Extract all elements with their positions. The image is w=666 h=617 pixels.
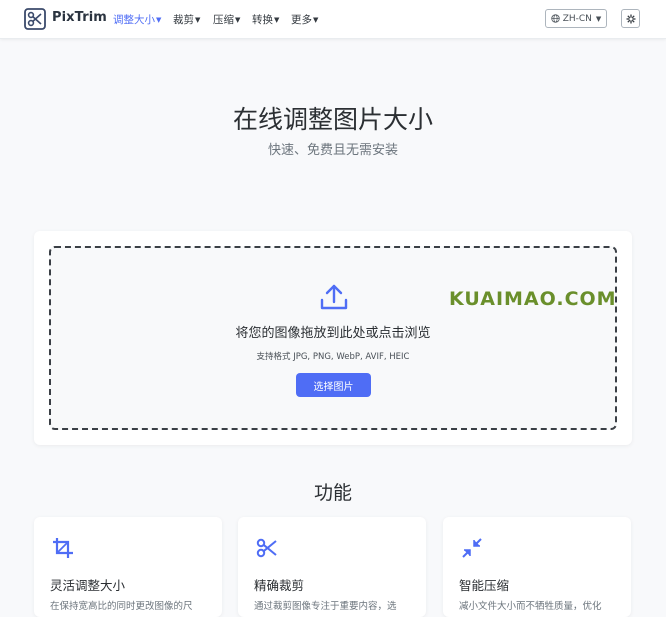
nav-item-more[interactable]: 更多▼ (291, 12, 318, 27)
app-name[interactable]: PixTrim (52, 10, 107, 25)
upload-icon (320, 284, 348, 310)
file-drop-zone[interactable]: 将您的图像拖放到此处或点击浏览 支持格式 JPG, PNG, WebP, AVI… (49, 246, 617, 430)
nav-item-label: 裁剪 (173, 14, 194, 26)
globe-icon (551, 14, 560, 23)
caret-down-icon: ▼ (195, 16, 201, 24)
theme-toggle-button[interactable] (621, 9, 640, 28)
nav-item-label: 更多 (291, 14, 312, 26)
feature-card-resize: 灵活调整大小 在保持宽高比的同时更改图像的尺 (34, 517, 222, 617)
caret-down-icon: ▼ (595, 14, 602, 23)
supported-formats: 支持格式 JPG, PNG, WebP, AVIF, HEIC (256, 352, 410, 362)
feature-title: 精确裁剪 (254, 578, 305, 593)
drop-instruction: 将您的图像拖放到此处或点击浏览 (235, 326, 431, 341)
nav-item-compress[interactable]: 压缩▼ (213, 12, 240, 27)
feature-card-compress: 智能压缩 减小文件大小而不牺牲质量，优化 (443, 517, 631, 617)
language-dropdown-button[interactable]: ZH-CN ▼ (545, 9, 607, 28)
page-subtitle: 快速、免费且无需安装 (267, 143, 398, 158)
caret-down-icon: ▼ (235, 16, 241, 24)
caret-down-icon: ▼ (156, 16, 162, 24)
nav-item-label: 转换 (252, 14, 273, 26)
features-heading: 功能 (313, 482, 352, 504)
feature-description: 减小文件大小而不牺牲质量，优化 (459, 601, 602, 612)
caret-down-icon: ▼ (313, 16, 319, 24)
select-image-button[interactable]: 选择图片 (296, 373, 371, 397)
nav-item-convert[interactable]: 转换▼ (252, 12, 279, 27)
nav-item-label: 压缩 (213, 14, 234, 26)
top-navbar: PixTrim 调整大小▼ 裁剪▼ 压缩▼ 转换▼ 更多▼ ZH-CN ▼ (0, 0, 666, 39)
language-label: ZH-CN (562, 13, 592, 24)
nav-item-resize[interactable]: 调整大小▼ (113, 12, 161, 27)
caret-down-icon: ▼ (274, 16, 280, 24)
gear-icon (626, 14, 635, 23)
nav-item-crop[interactable]: 裁剪▼ (173, 12, 200, 27)
compress-icon (462, 538, 482, 558)
feature-title: 智能压缩 (459, 578, 510, 593)
watermark-text: KUAIMAO.COM (449, 288, 617, 310)
crop-icon (53, 538, 73, 558)
upload-card: 将您的图像拖放到此处或点击浏览 支持格式 JPG, PNG, WebP, AVI… (34, 231, 632, 445)
pixtrim-logo-icon[interactable] (24, 8, 46, 30)
feature-description: 在保持宽高比的同时更改图像的尺 (50, 601, 193, 612)
scissors-icon (256, 538, 277, 558)
feature-description: 通过裁剪图像专注于重要内容，选 (254, 601, 397, 612)
feature-card-crop: 精确裁剪 通过裁剪图像专注于重要内容，选 (238, 517, 426, 617)
nav-item-label: 调整大小 (113, 14, 155, 26)
page-title: 在线调整图片大小 (232, 105, 433, 134)
feature-title: 灵活调整大小 (50, 578, 126, 593)
